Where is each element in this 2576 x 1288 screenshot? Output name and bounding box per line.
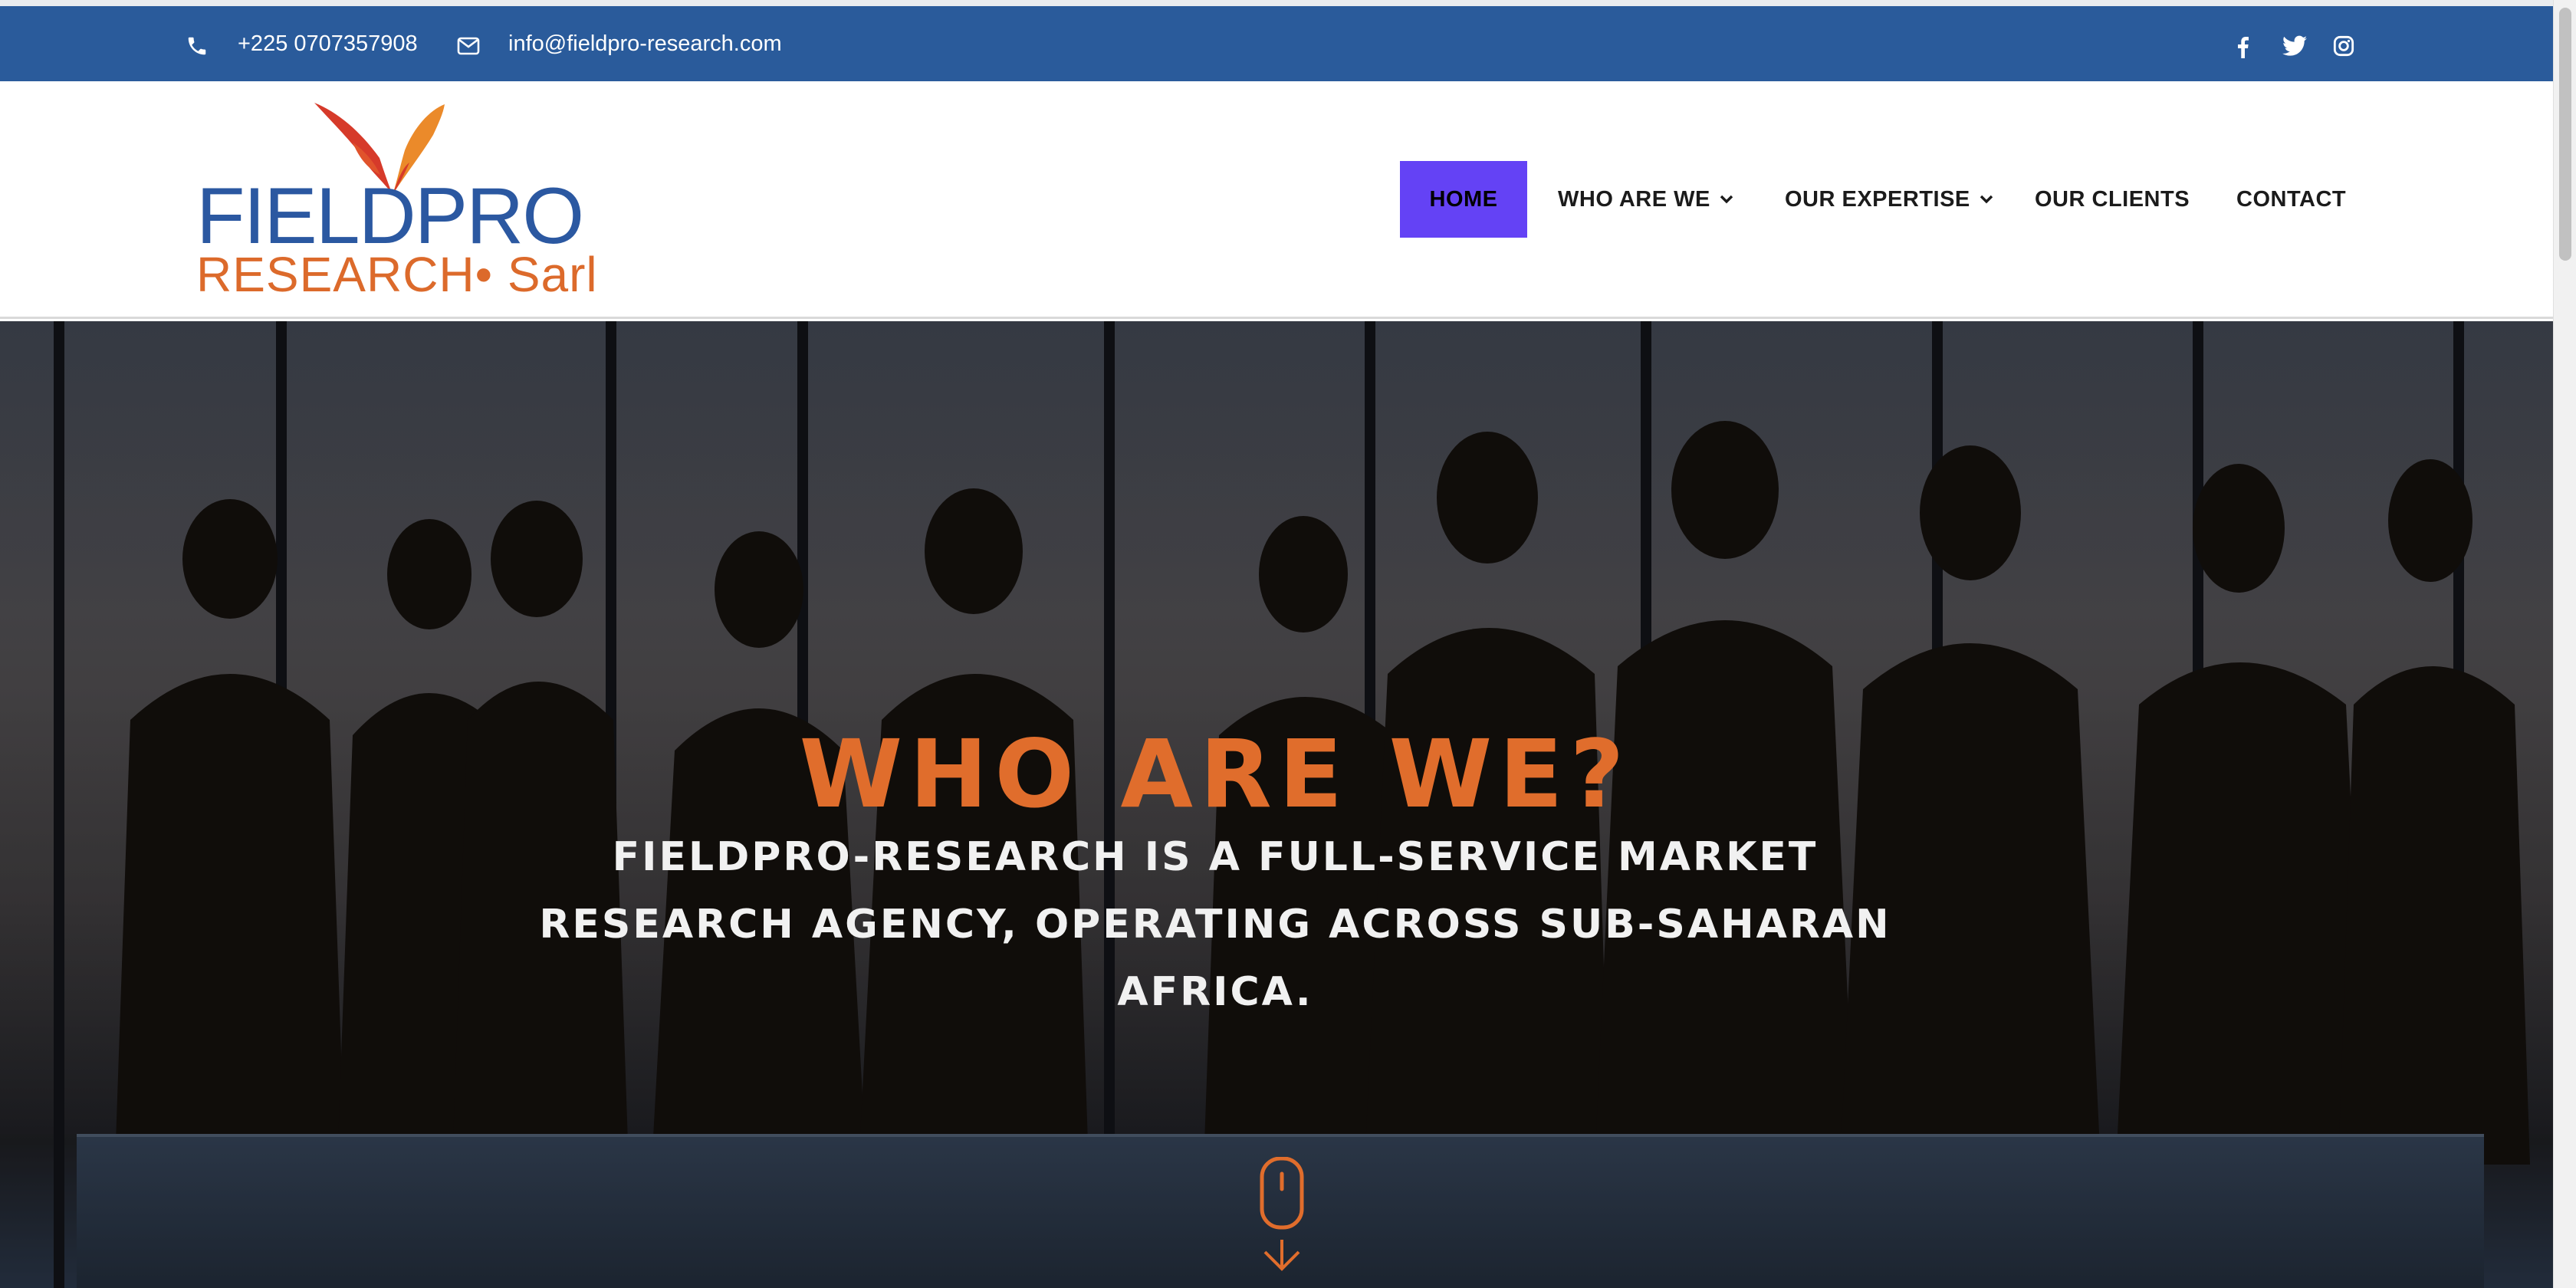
nav-who-are-we[interactable]: WHO ARE WE [1558,161,1733,238]
logo-wordmark-research: RESEARCH• Sarl [196,247,598,302]
mouse-scroll-down-icon[interactable] [1257,1156,1306,1276]
hero-section: WHO ARE WE? FIELDPRO-RESEARCH IS A FULL-… [0,321,2553,1288]
nav-our-expertise-label: OUR EXPERTISE [1785,186,1970,212]
nav-home-label: HOME [1429,186,1498,212]
nav-our-clients[interactable]: OUR CLIENTS [2035,161,2190,238]
mail-icon [457,37,480,55]
phone-number-link[interactable]: +225 0707357908 [238,6,418,81]
nav-our-clients-label: OUR CLIENTS [2035,186,2190,212]
nav-who-are-we-label: WHO ARE WE [1558,186,1710,212]
chevron-down-icon [1980,195,1993,204]
nav-home[interactable]: HOME [1400,161,1527,238]
facebook-icon[interactable] [2235,35,2250,58]
instagram-icon[interactable] [2333,35,2354,57]
top-contact-bar: +225 0707357908 info@fieldpro-research.c… [0,6,2553,81]
email-link[interactable]: info@fieldpro-research.com [508,6,782,81]
hero-subtitle: FIELDPRO-RESEARCH IS A FULL-SERVICE MARK… [539,834,1891,1015]
nav-contact-label: CONTACT [2236,186,2347,212]
site-header: FIELDPRO RESEARCH• Sarl HOME WHO ARE WE … [0,81,2553,319]
nav-our-expertise[interactable]: OUR EXPERTISE [1785,161,1993,238]
fieldpro-logo[interactable]: FIELDPRO RESEARCH• Sarl [192,97,597,304]
hero-title: WHO ARE WE? [799,720,1631,829]
page-scrollbar[interactable] [2553,0,2576,1288]
browser-top-edge [0,0,2553,6]
scrollbar-thumb[interactable] [2559,8,2571,261]
twitter-icon[interactable] [2282,35,2307,57]
logo-wordmark-fieldpro: FIELDPRO [196,172,584,261]
phone-icon [186,34,209,58]
nav-contact[interactable]: CONTACT [2236,161,2346,238]
chevron-down-icon [1720,195,1733,204]
